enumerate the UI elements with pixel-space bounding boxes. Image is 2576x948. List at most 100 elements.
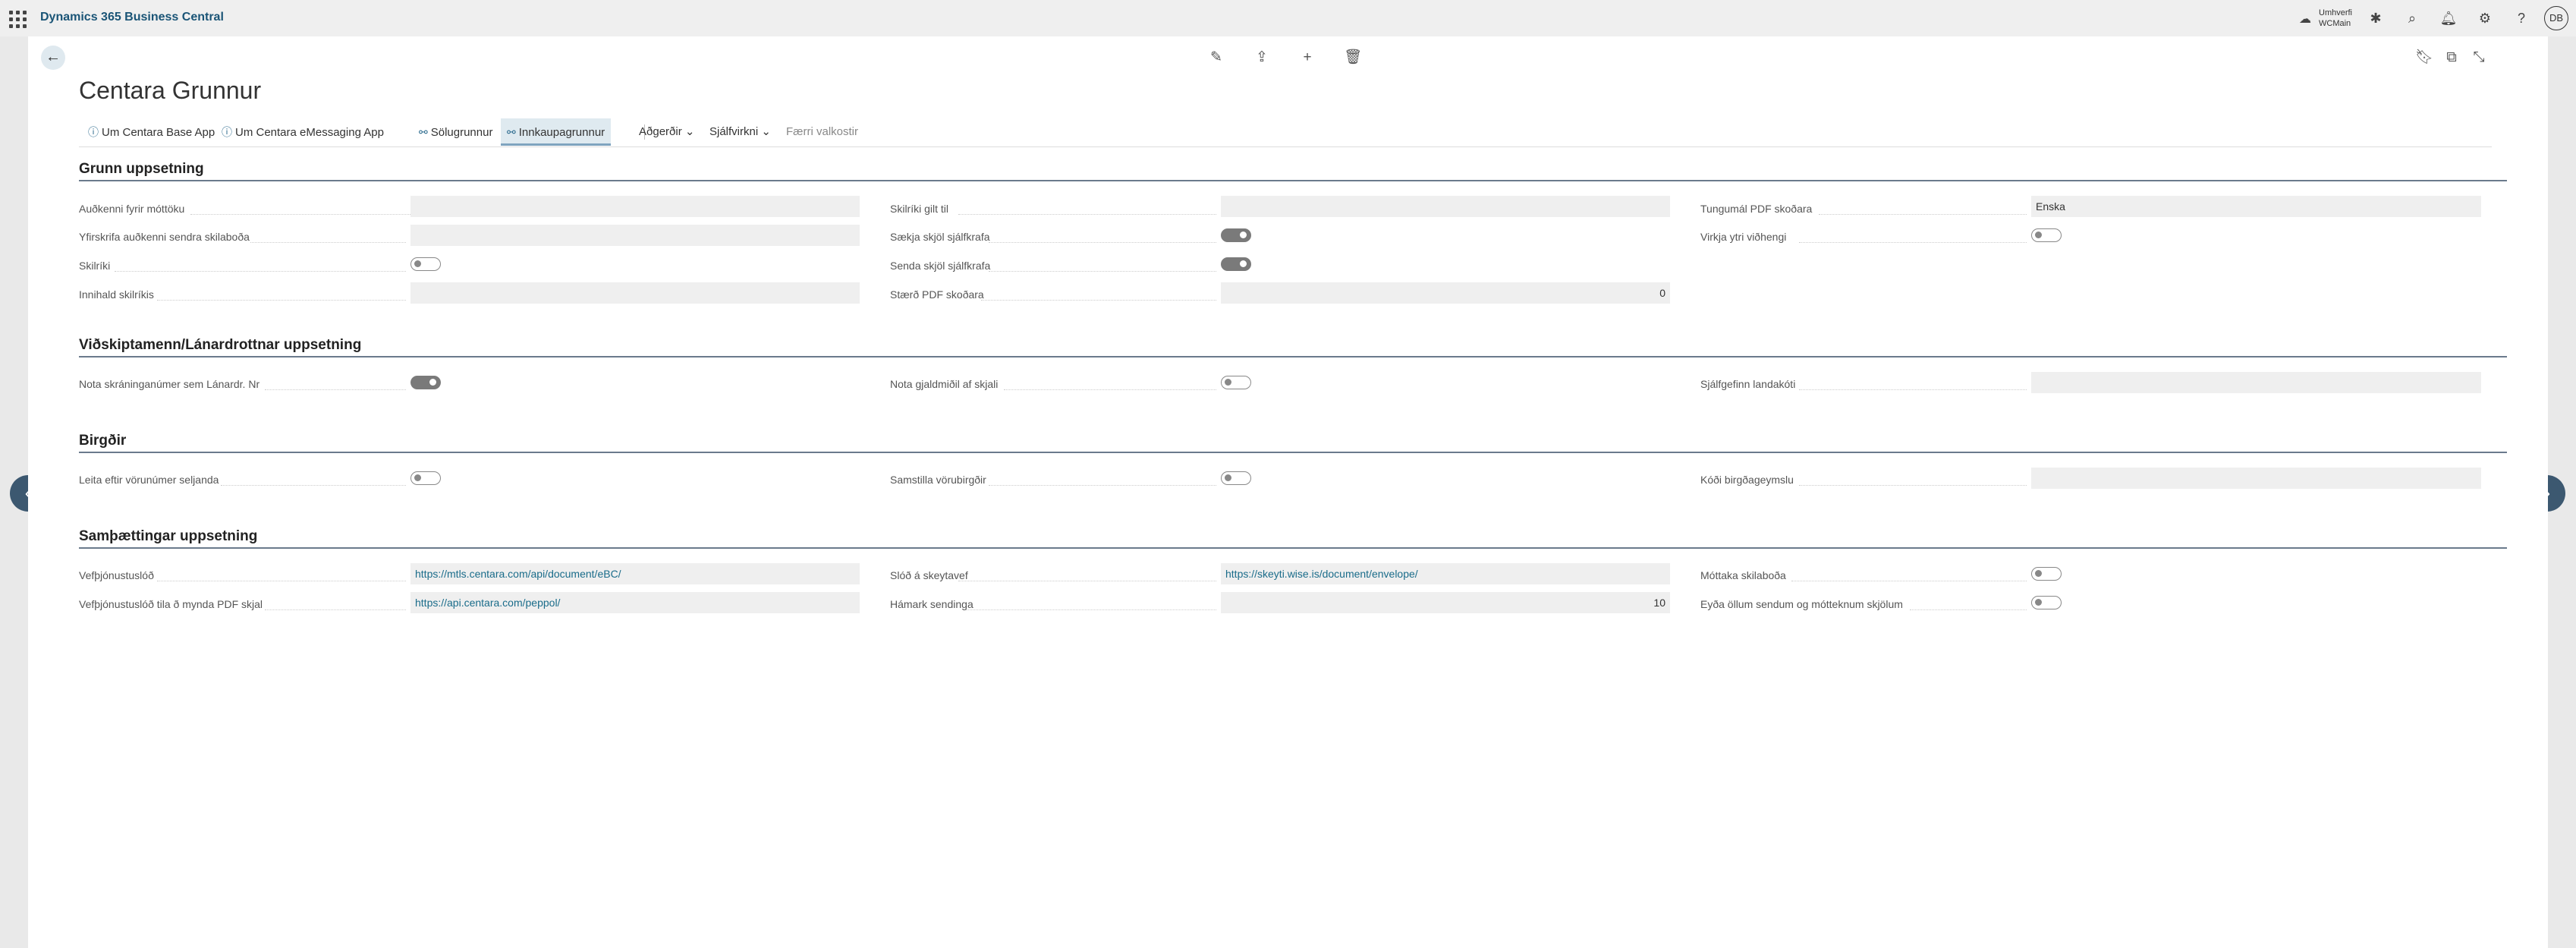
fewer-options-button[interactable]: Færri valkostir (780, 118, 864, 146)
section-divider (79, 452, 2507, 453)
dotted-leader (958, 214, 1216, 215)
cert-label: Skilríki (79, 260, 111, 272)
info-icon: ⓘ (222, 126, 232, 138)
cert-valid-field[interactable] (1221, 196, 1670, 217)
environment-label: Umhverfi (2319, 8, 2353, 17)
environment-indicator[interactable]: ☁ Umhverfi WCMain (2299, 7, 2360, 30)
automate-menu[interactable]: Sjálfvirkni ⌄ (703, 118, 777, 146)
link-icon: ⚯ (419, 126, 428, 138)
section-title-vidskipta[interactable]: Viðskiptamenn/Lánardrottnar uppsetning (79, 337, 361, 354)
environment-icon: ☁ (2299, 13, 2311, 26)
avatar[interactable]: DB (2544, 6, 2568, 30)
cert-content-field[interactable] (410, 282, 860, 304)
page-title: Centara Grunnur (79, 77, 262, 104)
dotted-leader (265, 389, 406, 390)
msg-url-field[interactable]: https://skeyti.wise.is/document/envelope… (1221, 563, 1670, 584)
bookmark-icon[interactable]: 🔖︎ (2414, 47, 2435, 68)
sales-base-button[interactable]: ⚯ Sölugrunnur (413, 118, 499, 146)
dotted-leader (265, 609, 406, 610)
dotted-leader (1819, 214, 2027, 215)
override-sender-label: Yfirskrifa auðkenni sendra skilaboða (79, 231, 250, 243)
ws-url-field[interactable]: https://mtls.centara.com/api/document/eB… (410, 563, 860, 584)
delete-icon[interactable]: 🗑︎ (1342, 47, 1363, 68)
dotted-leader (157, 300, 406, 301)
page-card: ← ✎ ⇪ + 🗑︎ 🔖︎ ⧉ ⤡ Centara Grunnur ⓘ Um Ce… (28, 36, 2548, 948)
dotted-leader (966, 609, 1216, 610)
info-icon: ⓘ (88, 126, 99, 138)
gear-icon[interactable]: ⚙ (2474, 8, 2496, 29)
use-currency-toggle[interactable] (1221, 376, 1251, 389)
max-send-field[interactable]: 10 (1221, 592, 1670, 613)
ext-attach-label: Virkja ytri viðhengi (1700, 231, 1787, 243)
search-icon[interactable]: ⌕ (2401, 8, 2423, 29)
dotted-leader (1799, 242, 2027, 243)
pdf-size-field[interactable]: 0 (1221, 282, 1670, 304)
pdf-lang-label: Tungumál PDF skoðara (1700, 203, 1813, 215)
help-icon[interactable]: ? (2511, 8, 2532, 29)
sync-inventory-toggle[interactable] (1221, 471, 1251, 485)
about-base-app-button[interactable]: ⓘ Um Centara Base App (82, 118, 221, 146)
dotted-leader (115, 271, 406, 272)
dotted-leader (981, 300, 1216, 301)
edit-icon[interactable]: ✎ (1206, 47, 1227, 68)
bell-icon[interactable]: 🔔︎ (2438, 8, 2459, 29)
fetch-docs-toggle[interactable] (1221, 228, 1251, 242)
dotted-leader (1799, 389, 2027, 390)
section-divider (79, 180, 2507, 181)
location-code-field[interactable] (2031, 468, 2481, 489)
back-arrow-icon[interactable]: ← (41, 46, 65, 70)
dotted-leader (250, 242, 406, 243)
dotted-leader (190, 214, 430, 215)
use-reg-toggle[interactable] (410, 376, 441, 389)
section-title-samth[interactable]: Samþættingar uppsetning (79, 528, 257, 545)
app-title[interactable]: Dynamics 365 Business Central (40, 11, 224, 24)
receive-msgs-label: Móttaka skilaboða (1700, 569, 1786, 581)
purchase-base-button[interactable]: ⚯ Innkaupagrunnur (501, 118, 612, 146)
dotted-leader (1004, 389, 1216, 390)
override-sender-field[interactable] (410, 225, 860, 246)
section-title-grunn[interactable]: Grunn uppsetning (79, 161, 204, 178)
recv-id-field[interactable] (410, 196, 860, 217)
msg-url-label: Slóð á skeytavef (890, 569, 968, 581)
collapse-icon[interactable]: ⤡ (2468, 47, 2490, 68)
chevron-down-icon: ⌄ (761, 125, 771, 138)
action-bar: ⓘ Um Centara Base App ⓘ Um Centara eMessag… (79, 117, 2492, 147)
copilot-icon[interactable]: ✱ (2365, 8, 2386, 29)
top-navigation-bar: Dynamics 365 Business Central ☁ Umhverfi… (0, 0, 2576, 36)
pdf-lang-field[interactable]: Enska (2031, 196, 2481, 217)
cert-toggle[interactable] (410, 257, 441, 271)
chevron-down-icon: ⌄ (684, 125, 695, 138)
actions-menu[interactable]: Aðgerðir ⌄ (633, 118, 700, 146)
add-icon[interactable]: + (1297, 47, 1318, 68)
dotted-leader (989, 242, 1216, 243)
ws-pdf-url-field[interactable]: https://api.centara.com/peppol/ (410, 592, 860, 613)
fetch-docs-label: Sækja skjöl sjálfkrafa (890, 231, 990, 243)
link-icon: ⚯ (507, 126, 516, 138)
ext-attach-toggle[interactable] (2031, 228, 2062, 242)
delete-all-label: Eyða öllum sendum og mótteknum skjölum (1700, 598, 1903, 610)
sync-inventory-label: Samstilla vörubirgðir (890, 474, 986, 486)
receive-msgs-toggle[interactable] (2031, 567, 2062, 581)
send-docs-label: Senda skjöl sjálfkrafa (890, 260, 991, 272)
pdf-size-label: Stærð PDF skoðara (890, 288, 984, 301)
share-icon[interactable]: ⇪ (1251, 47, 1272, 68)
cert-content-label: Innihald skilríkis (79, 288, 154, 301)
section-title-birgdir[interactable]: Birgðir (79, 433, 126, 449)
search-vendor-toggle[interactable] (410, 471, 441, 485)
dotted-leader (989, 271, 1216, 272)
max-send-label: Hámark sendinga (890, 598, 973, 610)
dotted-leader (1910, 609, 2027, 610)
open-new-window-icon[interactable]: ⧉ (2441, 47, 2462, 68)
about-emessaging-app-button[interactable]: ⓘ Um Centara eMessaging App (215, 118, 390, 146)
location-code-label: Kóði birgðageymslu (1700, 474, 1794, 486)
waffle-icon[interactable] (8, 9, 27, 28)
environment-name: WCMain (2319, 19, 2351, 28)
default-country-field[interactable] (2031, 372, 2481, 393)
recv-id-label: Auðkenni fyrir móttöku (79, 203, 185, 215)
ws-pdf-url-label: Vefþjónustuslóð tila ð mynda PDF skjal (79, 598, 263, 610)
delete-all-toggle[interactable] (2031, 596, 2062, 609)
send-docs-toggle[interactable] (1221, 257, 1251, 271)
dotted-leader (989, 485, 1216, 486)
use-currency-label: Nota gjaldmiðil af skjali (890, 378, 999, 390)
section-divider (79, 547, 2507, 549)
